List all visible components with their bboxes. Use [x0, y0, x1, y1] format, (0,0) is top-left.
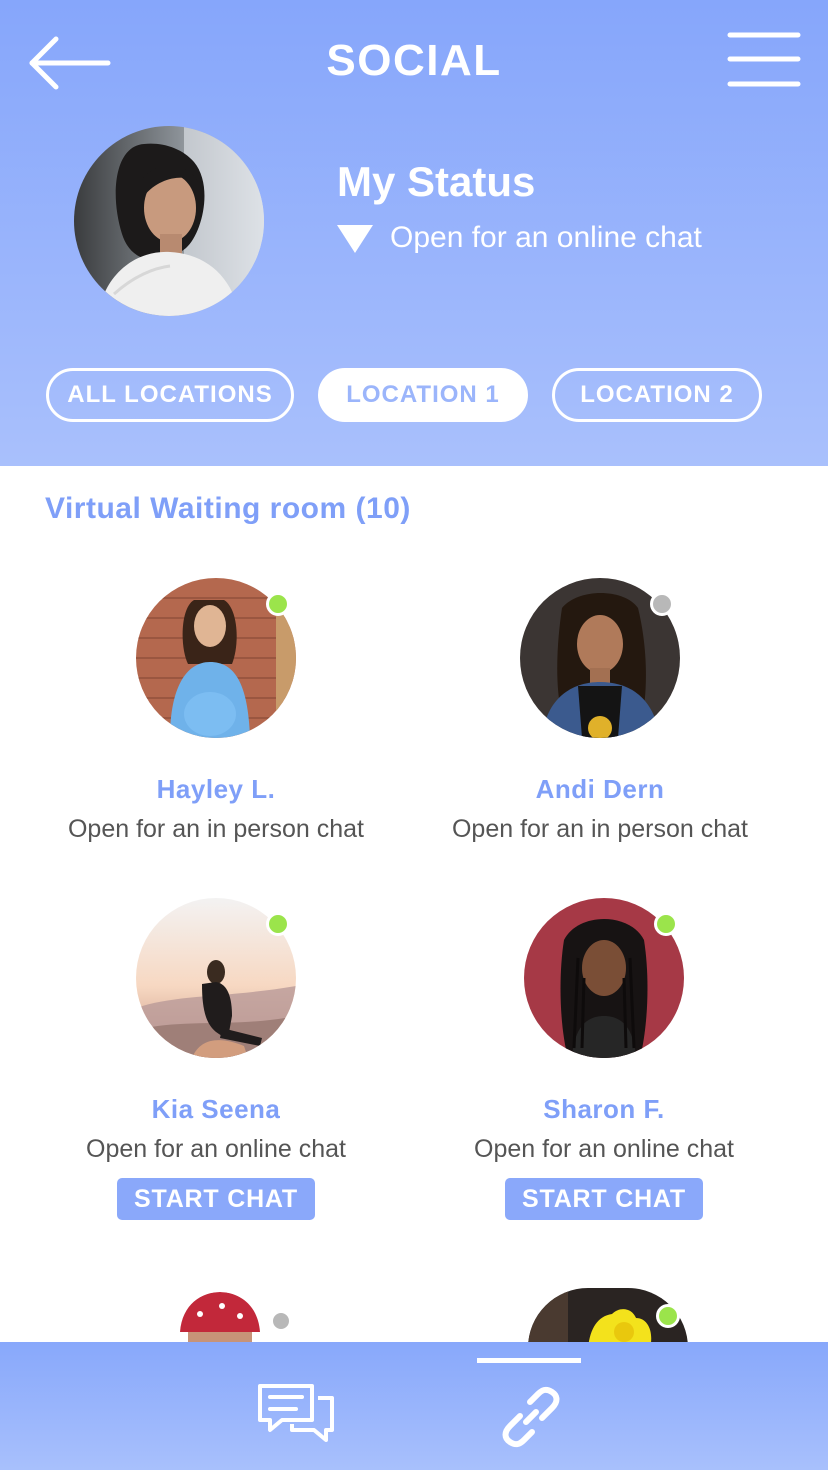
person-status: Open for an in person chat — [451, 815, 749, 843]
chat-bubbles-icon — [258, 1384, 334, 1442]
nav-chat-button[interactable] — [256, 1380, 336, 1444]
person-card: Kia Seena Open for an online chat START … — [26, 898, 406, 1220]
offline-status-dot — [650, 592, 674, 616]
avatar-wrap — [136, 898, 296, 1058]
person-status: Open for an in person chat — [67, 815, 365, 843]
avatar-wrap — [520, 578, 680, 738]
status-value: Open for an online chat — [390, 221, 702, 254]
active-tab-indicator — [477, 1358, 581, 1363]
online-status-dot — [266, 912, 290, 936]
social-screen: SOCIAL My Status Open for an online chat… — [0, 0, 828, 1470]
start-chat-button[interactable]: START CHAT — [117, 1178, 315, 1220]
person-name[interactable]: Hayley L. — [26, 774, 406, 805]
menu-button[interactable] — [724, 30, 804, 92]
person-name[interactable]: Kia Seena — [26, 1094, 406, 1125]
header: SOCIAL My Status Open for an online chat… — [0, 0, 828, 466]
waiting-room-title: Virtual Waiting room (10) — [45, 492, 411, 525]
person-status: Open for an online chat — [474, 1135, 734, 1163]
hamburger-menu-icon — [727, 32, 801, 87]
person-name[interactable]: Andi Dern — [410, 774, 790, 805]
person-card: Andi Dern Open for an in person chat — [410, 578, 790, 844]
start-chat-button[interactable]: START CHAT — [505, 1178, 703, 1220]
online-status-dot — [656, 1304, 680, 1328]
avatar-wrap — [136, 578, 296, 738]
online-status-dot — [266, 592, 290, 616]
my-avatar[interactable] — [74, 126, 264, 316]
status-dropdown[interactable]: Open for an online chat — [336, 218, 702, 258]
page-title: SOCIAL — [326, 36, 502, 85]
tab-location-1[interactable]: LOCATION 1 — [318, 368, 528, 422]
my-status-title: My Status — [337, 158, 536, 205]
online-status-dot — [654, 912, 678, 936]
bottom-nav — [0, 1342, 828, 1470]
avatar-wrap — [524, 898, 684, 1058]
offline-status-dot — [270, 1310, 292, 1332]
triangle-down-icon — [337, 225, 373, 253]
link-icon — [502, 1386, 560, 1448]
tab-location-2[interactable]: LOCATION 2 — [552, 368, 762, 422]
person-name[interactable]: Sharon F. — [414, 1094, 794, 1125]
tab-all-locations[interactable]: ALL LOCATIONS — [46, 368, 294, 422]
my-avatar-photo — [74, 126, 264, 316]
person-status: Open for an online chat — [86, 1135, 346, 1163]
person-card: Hayley L. Open for an in person chat — [26, 578, 406, 844]
nav-link-button[interactable] — [498, 1384, 564, 1450]
location-tabs: ALL LOCATIONS LOCATION 1 LOCATION 2 — [46, 368, 762, 422]
person-card: Sharon F. Open for an online chat START … — [414, 898, 794, 1220]
